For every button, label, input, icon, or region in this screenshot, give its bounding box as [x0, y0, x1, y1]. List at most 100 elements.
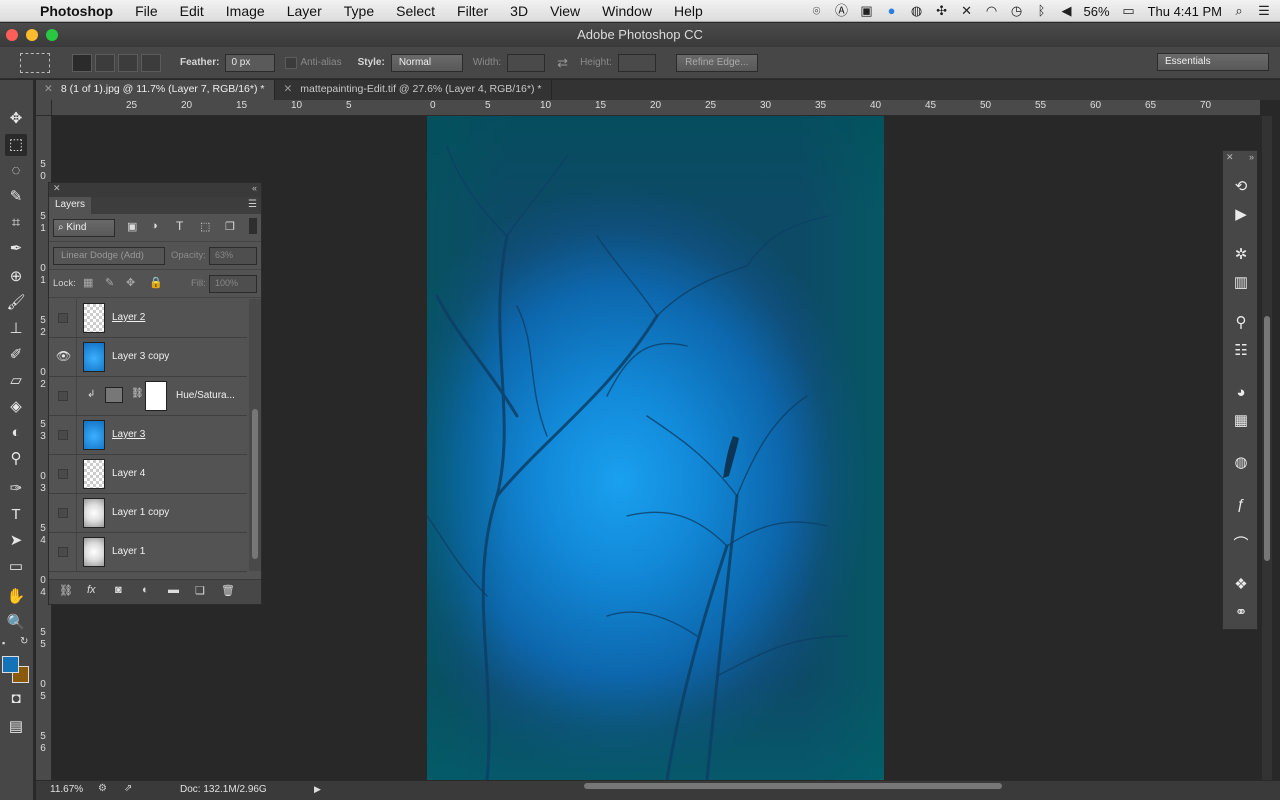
volume-icon[interactable]: ◀ — [1059, 4, 1075, 18]
menu-file[interactable]: File — [124, 3, 169, 19]
type-tool-icon[interactable]: T — [5, 504, 27, 526]
layer-visibility-toggle[interactable] — [49, 494, 77, 532]
swap-colors-icon[interactable]: ↻ — [20, 636, 28, 647]
collapse-panel-icon[interactable]: « — [252, 183, 257, 193]
panel-menu-icon[interactable]: ☰ — [248, 199, 257, 210]
menu-layer[interactable]: Layer — [276, 3, 333, 19]
paths-icon[interactable]: ⌒ — [1231, 535, 1251, 555]
document-canvas[interactable] — [427, 116, 884, 780]
menu-image[interactable]: Image — [215, 3, 276, 19]
eyedropper-tool-icon[interactable]: ✒ — [5, 238, 27, 260]
lock-all-icon[interactable]: 🔒 — [149, 276, 163, 289]
layer-row[interactable]: Layer 3 — [49, 416, 247, 455]
close-tab-icon[interactable]: ✕ — [283, 83, 292, 95]
layers-scrollbar[interactable] — [249, 299, 261, 571]
expand-dock-icon[interactable]: » — [1249, 152, 1254, 162]
vertical-scrollbar[interactable] — [1262, 116, 1272, 780]
new-layer-icon[interactable]: ❏ — [195, 584, 205, 597]
menu-3d[interactable]: 3D — [499, 3, 539, 19]
crop-tool-icon[interactable]: ⌗ — [5, 212, 27, 234]
fx-icon[interactable]: fx — [87, 584, 96, 596]
path-selection-tool-icon[interactable]: ➤ — [5, 530, 27, 552]
layers-tab[interactable]: Layers — [49, 197, 92, 214]
close-panel-icon[interactable]: ✕ — [53, 183, 61, 194]
channels-icon[interactable]: ⚭ — [1231, 603, 1251, 623]
cloud-icon[interactable]: ✣ — [934, 4, 950, 18]
menu-type[interactable]: Type — [333, 3, 385, 19]
minimize-window-button[interactable] — [26, 29, 38, 41]
navigator-icon[interactable]: ◍ — [1231, 453, 1251, 473]
wifi-icon[interactable]: ◠ — [984, 4, 1000, 18]
rectangle-shape-tool-icon[interactable]: ▭ — [5, 556, 27, 578]
close-dock-icon[interactable]: ✕ — [1226, 152, 1234, 163]
layer-row[interactable]: Layer 2 — [49, 299, 247, 338]
zoom-tool-icon[interactable]: 🔍 — [5, 612, 27, 634]
notification-center-icon[interactable]: ☰ — [1256, 4, 1272, 18]
menu-select[interactable]: Select — [385, 3, 446, 19]
blend-mode-dropdown[interactable]: Linear Dodge (Add) — [53, 247, 165, 265]
filter-adjustment-icon[interactable]: ◑ — [151, 220, 158, 232]
layer-row[interactable]: ↲ ⛓ Hue/Satura... — [49, 377, 247, 416]
foreground-color-swatch[interactable] — [2, 656, 19, 673]
layers-scrollbar-thumb[interactable] — [252, 409, 258, 559]
horizontal-ruler[interactable]: 25 20 15 10 5 0 5 10 15 20 25 30 35 40 45 50 55 60 65 70 — [52, 100, 1260, 116]
add-mask-icon[interactable]: ◙ — [115, 584, 122, 596]
actions-play-icon[interactable]: ▶ — [1231, 205, 1251, 225]
filter-smart-object-icon[interactable]: ❐ — [225, 220, 235, 233]
quick-mask-icon[interactable]: ◘ — [5, 688, 27, 710]
layer-mask-thumbnail[interactable] — [145, 381, 167, 411]
eraser-tool-icon[interactable]: ▱ — [5, 370, 27, 392]
swap-dimensions-icon[interactable]: ⇄ — [557, 55, 568, 71]
menu-clock[interactable]: Thu 4:41 PM — [1148, 4, 1222, 19]
add-to-selection-button[interactable] — [95, 53, 115, 72]
brush-presets-icon[interactable]: ⚲ — [1231, 313, 1251, 333]
adobe-icon[interactable]: Ⓐ — [834, 4, 850, 18]
new-group-icon[interactable]: ▬ — [168, 584, 179, 596]
height-input[interactable] — [617, 53, 656, 72]
clone-stamp-tool-icon[interactable]: ⊥ — [5, 318, 27, 340]
pen-tool-icon[interactable]: ✑ — [5, 478, 27, 500]
style-dropdown[interactable]: Normal — [390, 53, 463, 72]
layer-visibility-toggle[interactable] — [49, 455, 77, 493]
layer-visibility-toggle[interactable] — [49, 299, 77, 337]
spot-healing-tool-icon[interactable]: ⊕ — [5, 266, 27, 288]
history-icon[interactable]: ⟲ — [1231, 177, 1251, 197]
sync-icon[interactable]: ● — [884, 4, 900, 18]
battery-icon[interactable]: ▭ — [1119, 4, 1139, 18]
lock-paint-icon[interactable]: ✎ — [105, 276, 114, 289]
sharing-icon[interactable]: ⚙ — [98, 783, 107, 794]
menu-edit[interactable]: Edit — [169, 3, 215, 19]
filter-toggle-icon[interactable] — [249, 218, 257, 234]
close-window-button[interactable] — [6, 29, 18, 41]
move-tool-icon[interactable]: ✥ — [5, 108, 27, 130]
width-input[interactable] — [507, 53, 546, 72]
status-menu-arrow-icon[interactable]: ▶ — [314, 784, 321, 795]
swatches-grid-icon[interactable]: ▦ — [1231, 411, 1251, 431]
hand-tool-icon[interactable]: ✋ — [5, 586, 27, 608]
layer-row[interactable]: Layer 1 — [49, 533, 247, 572]
new-adjustment-icon[interactable]: ◐ — [142, 584, 149, 596]
layer-name[interactable]: Layer 3 copy — [112, 351, 169, 362]
export-icon[interactable]: ⇗ — [124, 783, 132, 794]
tab-document-1[interactable]: ✕ 8 (1 of 1).jpg @ 11.7% (Layer 7, RGB/16… — [36, 80, 276, 100]
default-colors-icon[interactable]: ▪ — [2, 638, 12, 648]
layer-name[interactable]: Layer 2 — [112, 312, 145, 323]
opacity-input[interactable]: 63% — [209, 247, 257, 265]
color-palette-icon[interactable]: ◕ — [1231, 383, 1251, 403]
drive-icon[interactable]: ◍ — [909, 4, 925, 18]
link-layers-icon[interactable]: ⛓ — [59, 584, 73, 597]
close-tab-icon[interactable]: ✕ — [44, 83, 53, 95]
delete-layer-icon[interactable]: 🗑 — [221, 584, 235, 597]
fill-input[interactable]: 100% — [209, 275, 257, 293]
lock-position-icon[interactable]: ✥ — [126, 276, 135, 289]
menu-view[interactable]: View — [539, 3, 591, 19]
paint-bucket-tool-icon[interactable]: ◈ — [5, 396, 27, 418]
new-selection-button[interactable] — [72, 53, 92, 72]
properties-icon[interactable]: ✲ — [1231, 245, 1251, 265]
layer-name[interactable]: Layer 3 — [112, 429, 145, 440]
menu-filter[interactable]: Filter — [446, 3, 499, 19]
antialias-checkbox[interactable] — [285, 56, 298, 69]
brush-settings-icon[interactable]: ☷ — [1231, 341, 1251, 361]
quick-selection-tool-icon[interactable]: ✎ — [5, 186, 27, 208]
lasso-tool-icon[interactable]: ◌ — [5, 160, 27, 182]
